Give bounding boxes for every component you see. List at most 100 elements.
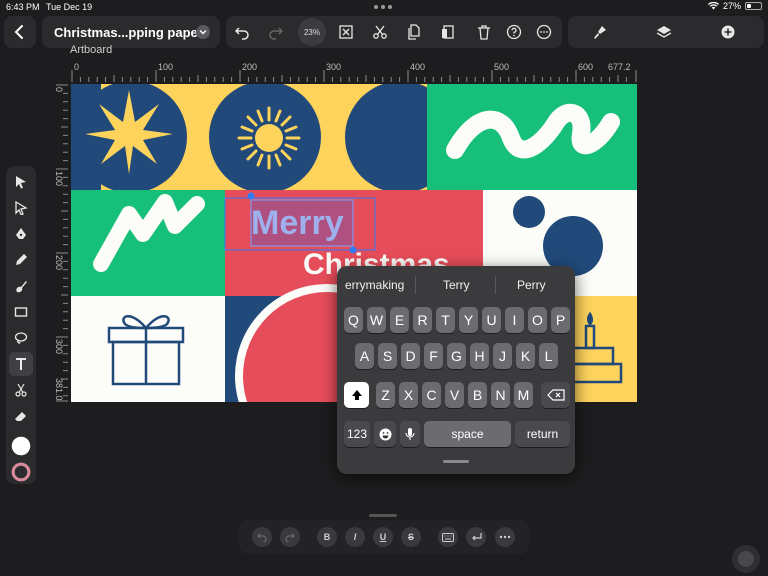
underline-button[interactable]: U: [373, 527, 393, 547]
status-date: Tue Dec 19: [46, 2, 93, 12]
eraser-tool[interactable]: [9, 404, 33, 428]
ruler-horizontal[interactable]: 0 100 200 300 400 500 600 677.2: [70, 58, 638, 82]
keyboard-suggestion[interactable]: Perry: [517, 278, 546, 292]
numbers-key[interactable]: 123: [344, 421, 370, 447]
key-n[interactable]: N: [491, 382, 510, 408]
fill-swatch-icon: [11, 436, 31, 456]
sun-icon[interactable]: [237, 106, 301, 170]
bold-button[interactable]: B: [317, 527, 337, 547]
suggestion-divider: [415, 276, 416, 294]
ruler-top-label: 200: [242, 62, 257, 72]
key-m[interactable]: M: [514, 382, 533, 408]
format-redo-button[interactable]: [280, 527, 300, 547]
key-y[interactable]: Y: [459, 307, 478, 333]
key-v[interactable]: V: [445, 382, 464, 408]
redo-icon: [269, 27, 284, 40]
layers-button[interactable]: [652, 20, 676, 44]
emoji-key[interactable]: [374, 421, 396, 447]
format-more-button[interactable]: [495, 527, 515, 547]
line-break-button[interactable]: [466, 527, 486, 547]
add-button[interactable]: [716, 20, 740, 44]
keyboard-drag-handle[interactable]: [443, 460, 469, 463]
style-button[interactable]: [588, 20, 612, 44]
key-h[interactable]: H: [470, 343, 489, 369]
ruler-vertical[interactable]: 0 100 200 300 381.0: [44, 84, 68, 402]
help-button[interactable]: [502, 20, 526, 44]
transform-icon: [339, 25, 353, 39]
key-t[interactable]: T: [436, 307, 455, 333]
key-x[interactable]: X: [399, 382, 418, 408]
key-b[interactable]: B: [468, 382, 487, 408]
key-c[interactable]: C: [422, 382, 441, 408]
pen-tool[interactable]: [9, 222, 33, 246]
ornament-cap-icon[interactable]: [513, 196, 545, 228]
keyboard-suggestion[interactable]: Terry: [443, 278, 470, 292]
back-button[interactable]: [4, 16, 36, 48]
strikethrough-button[interactable]: S: [401, 527, 421, 547]
key-s[interactable]: S: [378, 343, 397, 369]
keyboard-suggestion[interactable]: errymaking: [345, 278, 404, 292]
key-o[interactable]: O: [528, 307, 547, 333]
assistive-touch-button[interactable]: [732, 545, 760, 573]
pen-nib-icon: [16, 228, 26, 239]
cut-button[interactable]: [368, 20, 392, 44]
redo-button[interactable]: [264, 20, 288, 44]
eraser-icon: [15, 412, 26, 421]
scissors-tool[interactable]: [9, 378, 33, 402]
key-d[interactable]: D: [401, 343, 420, 369]
key-l[interactable]: L: [539, 343, 558, 369]
key-q[interactable]: Q: [344, 307, 363, 333]
ruler-left-label: 200: [54, 255, 64, 270]
zoom-level-button[interactable]: 23%: [298, 18, 326, 46]
return-key[interactable]: return: [515, 421, 570, 447]
space-key[interactable]: space: [424, 421, 511, 447]
stroke-color-swatch[interactable]: [9, 460, 33, 484]
paste-button[interactable]: [436, 20, 460, 44]
format-bar-grip[interactable]: [369, 514, 397, 517]
key-g[interactable]: G: [447, 343, 466, 369]
fill-color-swatch[interactable]: [9, 434, 33, 458]
lasso-tool[interactable]: [9, 326, 33, 350]
key-i[interactable]: I: [505, 307, 524, 333]
key-w[interactable]: W: [367, 307, 386, 333]
copy-button[interactable]: [402, 20, 426, 44]
key-r[interactable]: R: [413, 307, 432, 333]
text-format-bar: B I U S: [239, 514, 529, 554]
text-tool[interactable]: [9, 352, 33, 376]
key-f[interactable]: F: [424, 343, 443, 369]
selection-handle-start[interactable]: [247, 192, 255, 200]
direct-selection-tool[interactable]: [9, 196, 33, 220]
multitasking-dots[interactable]: [374, 5, 392, 9]
rectangle-icon: [14, 307, 28, 317]
text-selection-highlight: [250, 199, 354, 247]
plus-circle-icon: [721, 25, 735, 39]
keyboard-toggle-button[interactable]: [438, 527, 458, 547]
brush-tool[interactable]: [9, 274, 33, 298]
undo-button[interactable]: [230, 20, 254, 44]
key-e[interactable]: E: [390, 307, 409, 333]
shift-key[interactable]: [344, 382, 369, 408]
document-title-button[interactable]: Christmas...pping paper: [42, 16, 220, 48]
shape-tool[interactable]: [9, 300, 33, 324]
ruler-left-label: 100: [54, 171, 64, 186]
key-j[interactable]: J: [493, 343, 512, 369]
tile-cream-gift[interactable]: [71, 296, 225, 402]
dictation-key[interactable]: [400, 421, 420, 447]
key-a[interactable]: A: [355, 343, 374, 369]
key-z[interactable]: Z: [376, 382, 395, 408]
tile-navy-edge[interactable]: [71, 84, 101, 190]
ruler-top-label: 600: [578, 62, 593, 72]
transform-button[interactable]: [334, 20, 358, 44]
backspace-key[interactable]: [541, 382, 570, 408]
layers-icon: [656, 26, 672, 38]
selection-tool[interactable]: [9, 170, 33, 194]
delete-button[interactable]: [472, 20, 496, 44]
key-p[interactable]: P: [551, 307, 570, 333]
key-u[interactable]: U: [482, 307, 501, 333]
key-k[interactable]: K: [516, 343, 535, 369]
more-button[interactable]: [532, 20, 556, 44]
format-undo-button[interactable]: [252, 527, 272, 547]
tools-panel: [6, 166, 36, 484]
italic-button[interactable]: I: [345, 527, 365, 547]
pencil-tool[interactable]: [9, 248, 33, 272]
